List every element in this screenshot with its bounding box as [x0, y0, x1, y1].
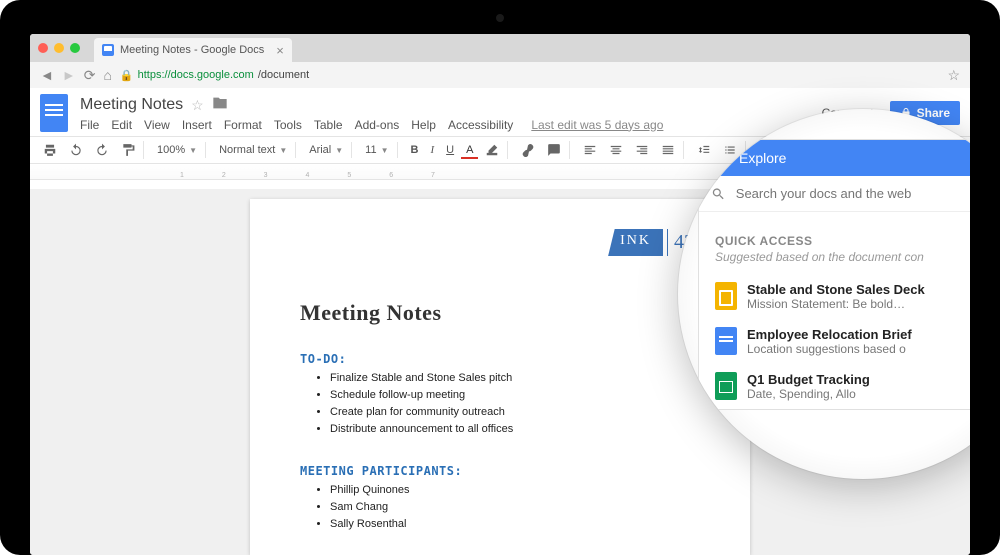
screen: Meeting Notes - Google Docs × ◄ ► ⟳ ⌂ 🔒 …	[30, 34, 970, 555]
section-title: MEETING PARTICIPANTS:	[300, 464, 700, 478]
bold-button[interactable]: B	[406, 142, 424, 158]
menu-bar: File Edit View Insert Format Tools Table…	[80, 118, 814, 132]
quick-access-item[interactable]: Q1 Budget Tracking Date, Spending, Allo	[715, 364, 970, 409]
tab-title: Meeting Notes - Google Docs	[120, 44, 264, 56]
camera-dot	[496, 14, 504, 22]
reload-icon[interactable]: ⟳	[84, 67, 96, 84]
underline-button[interactable]: U	[441, 142, 459, 158]
align-right-icon[interactable]	[630, 141, 654, 159]
back-icon[interactable]: ◄	[40, 67, 54, 83]
browser-tabbar: Meeting Notes - Google Docs ×	[30, 34, 970, 62]
quick-access-section: QUICK ACCESS Suggested based on the docu…	[699, 230, 970, 409]
list-item: Phillip Quinones	[330, 482, 700, 499]
quick-access-item[interactable]: Stable and Stone Sales Deck Mission Stat…	[715, 274, 970, 319]
bookmark-star-icon[interactable]: ☆	[947, 67, 960, 84]
maximize-window-icon[interactable]	[70, 43, 80, 53]
close-tab-icon[interactable]: ×	[276, 43, 284, 58]
lock-icon: 🔒	[120, 69, 134, 82]
menu-file[interactable]: File	[80, 118, 99, 132]
qa-title: Employee Relocation Brief	[747, 327, 912, 342]
quick-access-item[interactable]: Employee Relocation Brief Location sugge…	[715, 319, 970, 364]
highlight-color-button[interactable]	[480, 141, 508, 159]
section-title: TO-DO:	[300, 352, 700, 366]
menu-format[interactable]: Format	[224, 118, 262, 132]
slides-file-icon	[715, 282, 737, 310]
list-item: Distribute announcement to all offices	[330, 421, 700, 438]
zoom-select[interactable]: 100%▼	[152, 142, 206, 158]
text-color-button[interactable]: A	[461, 142, 478, 158]
document-heading[interactable]: Meeting Notes	[300, 256, 700, 326]
qa-desc: Date, Spending, Allo	[747, 387, 870, 401]
google-docs-logo-icon[interactable]	[40, 94, 68, 132]
list-item: Schedule follow-up meeting	[330, 387, 700, 404]
minimize-window-icon[interactable]	[54, 43, 64, 53]
italic-button[interactable]: I	[425, 142, 439, 158]
browser-tab[interactable]: Meeting Notes - Google Docs ×	[94, 38, 292, 62]
page[interactable]: INK 42 Meeting Notes TO-DO: Finalize Sta…	[250, 199, 750, 555]
list-item: Sam Chang	[330, 499, 700, 516]
docs-file-icon	[715, 327, 737, 355]
paint-format-icon[interactable]	[116, 141, 144, 159]
brand-name: INK	[608, 229, 663, 256]
list-item: Sally Rosenthal	[330, 516, 700, 533]
explore-search-input[interactable]	[736, 186, 970, 201]
qa-desc: Mission Statement: Be bold…	[747, 297, 925, 311]
explore-icon	[711, 148, 729, 169]
list-item: Finalize Stable and Stone Sales pitch	[330, 370, 700, 387]
align-justify-icon[interactable]	[656, 141, 684, 159]
last-edit-link[interactable]: Last edit was 5 days ago	[531, 118, 663, 132]
redo-icon[interactable]	[90, 141, 114, 159]
insert-comment-icon[interactable]	[542, 141, 570, 159]
style-select[interactable]: Normal text▼	[214, 142, 296, 158]
more-link[interactable]: More	[699, 212, 970, 230]
quick-access-subtitle: Suggested based on the document con	[715, 250, 970, 264]
url-field[interactable]: 🔒 https://docs.google.com/document	[120, 69, 940, 82]
docs-favicon-icon	[102, 44, 114, 56]
list-item: Create plan for community outreach	[330, 404, 700, 421]
star-document-icon[interactable]: ☆	[191, 97, 204, 114]
home-icon[interactable]: ⌂	[103, 67, 111, 83]
menu-tools[interactable]: Tools	[274, 118, 302, 132]
move-folder-icon[interactable]	[212, 95, 228, 116]
menu-edit[interactable]: Edit	[111, 118, 132, 132]
monitor-bezel: Meeting Notes - Google Docs × ◄ ► ⟳ ⌂ 🔒 …	[0, 0, 1000, 555]
menu-accessibility[interactable]: Accessibility	[448, 118, 513, 132]
explore-panel: Explore × More QUICK ACCESS Suggested ba…	[698, 139, 970, 410]
url-host: https://docs.google.com	[138, 69, 254, 81]
qa-title: Q1 Budget Tracking	[747, 372, 870, 387]
print-icon[interactable]	[38, 141, 62, 159]
browser-address-bar: ◄ ► ⟳ ⌂ 🔒 https://docs.google.com/docume…	[30, 62, 970, 88]
menu-view[interactable]: View	[144, 118, 170, 132]
explore-search[interactable]	[699, 176, 970, 212]
qa-desc: Location suggestions based o	[747, 342, 912, 356]
align-left-icon[interactable]	[578, 141, 602, 159]
section-participants[interactable]: MEETING PARTICIPANTS: Phillip Quinones S…	[300, 464, 700, 533]
search-icon	[711, 186, 726, 202]
menu-insert[interactable]: Insert	[182, 118, 212, 132]
explore-title: Explore	[739, 150, 786, 166]
document-title[interactable]: Meeting Notes	[80, 96, 183, 114]
url-path: /document	[258, 69, 309, 81]
quick-access-heading: QUICK ACCESS	[715, 234, 970, 248]
font-select[interactable]: Arial▼	[304, 142, 352, 158]
font-size-select[interactable]: 11▼	[360, 142, 397, 158]
menu-addons[interactable]: Add-ons	[355, 118, 400, 132]
menu-table[interactable]: Table	[314, 118, 343, 132]
forward-icon[interactable]: ►	[62, 67, 76, 83]
window-controls[interactable]	[38, 43, 80, 53]
insert-link-icon[interactable]	[516, 141, 540, 159]
align-center-icon[interactable]	[604, 141, 628, 159]
section-todo[interactable]: TO-DO: Finalize Stable and Stone Sales p…	[300, 352, 700, 438]
explore-header: Explore ×	[699, 140, 970, 176]
close-window-icon[interactable]	[38, 43, 48, 53]
undo-icon[interactable]	[64, 141, 88, 159]
menu-help[interactable]: Help	[411, 118, 436, 132]
qa-title: Stable and Stone Sales Deck	[747, 282, 925, 297]
sheets-file-icon	[715, 372, 737, 400]
